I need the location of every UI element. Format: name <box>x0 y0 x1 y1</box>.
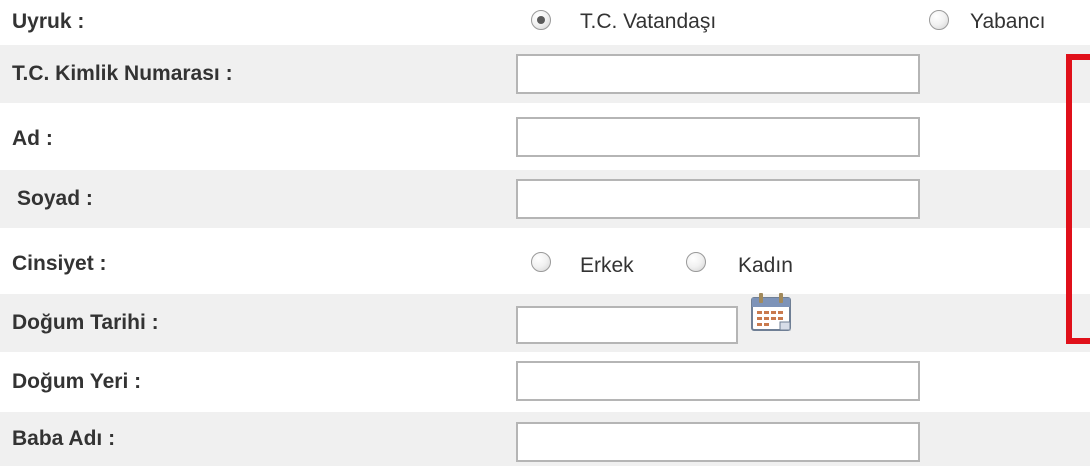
label-ad: Ad : <box>12 127 53 150</box>
red-highlight-box <box>1066 54 1090 344</box>
radio-tc-vatandasi[interactable] <box>531 10 551 30</box>
label-cinsiyet: Cinsiyet : <box>12 252 107 275</box>
row-soyad: Soyad : <box>0 170 1090 228</box>
row-ad: Ad : <box>0 110 1090 168</box>
label-dogum-tarihi: Doğum Tarihi : <box>12 311 159 334</box>
dogum-yeri-input[interactable] <box>516 361 920 401</box>
label-tc-kimlik: T.C. Kimlik Numarası : <box>12 62 233 85</box>
baba-adi-input[interactable] <box>516 422 920 462</box>
tc-kimlik-input[interactable] <box>516 54 920 94</box>
label-soyad: Soyad : <box>17 187 93 210</box>
row-tc-kimlik: T.C. Kimlik Numarası : <box>0 45 1090 103</box>
radio-kadin-label: Kadın <box>738 254 793 277</box>
radio-erkek-label: Erkek <box>580 254 634 277</box>
radio-yabanci-label: Yabancı <box>970 10 1046 33</box>
radio-tc-vatandasi-label: T.C. Vatandaşı <box>580 10 717 33</box>
radio-yabanci[interactable] <box>929 10 949 30</box>
label-uyruk: Uyruk : <box>12 10 85 33</box>
row-dogum-yeri: Doğum Yeri : <box>0 353 1090 411</box>
row-baba-adi: Baba Adı : <box>0 412 1090 466</box>
label-baba-adi: Baba Adı : <box>12 427 116 450</box>
row-dogum-tarihi: Doğum Tarihi : <box>0 294 1090 352</box>
label-dogum-yeri: Doğum Yeri : <box>12 370 142 393</box>
calendar-icon[interactable] <box>750 292 794 332</box>
row-cinsiyet: Cinsiyet : Erkek Kadın <box>0 235 1090 293</box>
dogum-tarihi-input[interactable] <box>516 306 738 344</box>
radio-kadin[interactable] <box>686 252 706 272</box>
ad-input[interactable] <box>516 117 920 157</box>
soyad-input[interactable] <box>516 179 920 219</box>
radio-erkek[interactable] <box>531 252 551 272</box>
